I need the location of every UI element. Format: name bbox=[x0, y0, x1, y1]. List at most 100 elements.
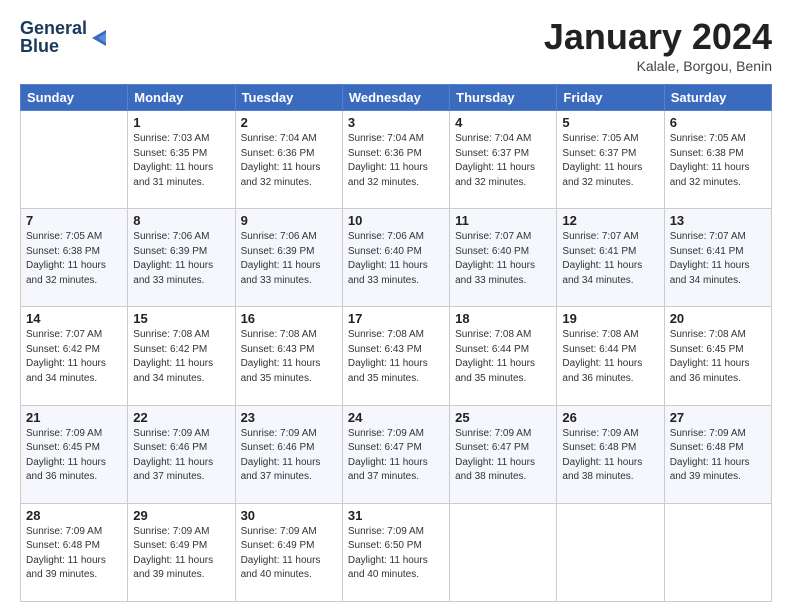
day-cell: 14 Sunrise: 7:07 AMSunset: 6:42 PMDayligh… bbox=[21, 307, 128, 405]
day-number: 25 bbox=[455, 410, 551, 425]
day-number: 2 bbox=[241, 115, 337, 130]
week-row-0: 1 Sunrise: 7:03 AMSunset: 6:35 PMDaylight… bbox=[21, 111, 772, 209]
day-info: Sunrise: 7:09 AMSunset: 6:50 PMDaylight:… bbox=[348, 525, 444, 583]
day-number: 14 bbox=[26, 311, 122, 326]
day-info: Sunrise: 7:07 AMSunset: 6:41 PMDaylight:… bbox=[562, 230, 658, 288]
day-cell: 13 Sunrise: 7:07 AMSunset: 6:41 PMDayligh… bbox=[664, 209, 771, 307]
location-subtitle: Kalale, Borgou, Benin bbox=[544, 58, 772, 74]
day-cell: 3 Sunrise: 7:04 AMSunset: 6:36 PMDaylight… bbox=[342, 111, 449, 209]
day-number: 5 bbox=[562, 115, 658, 130]
day-info: Sunrise: 7:03 AMSunset: 6:35 PMDaylight:… bbox=[133, 132, 229, 190]
day-info: Sunrise: 7:09 AMSunset: 6:47 PMDaylight:… bbox=[348, 427, 444, 485]
day-info: Sunrise: 7:09 AMSunset: 6:46 PMDaylight:… bbox=[133, 427, 229, 485]
day-header-tuesday: Tuesday bbox=[235, 85, 342, 111]
day-cell bbox=[450, 503, 557, 601]
day-cell: 5 Sunrise: 7:05 AMSunset: 6:37 PMDaylight… bbox=[557, 111, 664, 209]
day-cell: 18 Sunrise: 7:08 AMSunset: 6:44 PMDayligh… bbox=[450, 307, 557, 405]
day-info: Sunrise: 7:05 AMSunset: 6:38 PMDaylight:… bbox=[26, 230, 122, 288]
day-info: Sunrise: 7:08 AMSunset: 6:44 PMDaylight:… bbox=[562, 328, 658, 386]
day-info: Sunrise: 7:04 AMSunset: 6:37 PMDaylight:… bbox=[455, 132, 551, 190]
day-info: Sunrise: 7:09 AMSunset: 6:45 PMDaylight:… bbox=[26, 427, 122, 485]
day-number: 20 bbox=[670, 311, 766, 326]
day-info: Sunrise: 7:08 AMSunset: 6:43 PMDaylight:… bbox=[241, 328, 337, 386]
day-number: 18 bbox=[455, 311, 551, 326]
day-info: Sunrise: 7:09 AMSunset: 6:49 PMDaylight:… bbox=[133, 525, 229, 583]
day-info: Sunrise: 7:04 AMSunset: 6:36 PMDaylight:… bbox=[241, 132, 337, 190]
day-number: 27 bbox=[670, 410, 766, 425]
day-cell: 20 Sunrise: 7:08 AMSunset: 6:45 PMDayligh… bbox=[664, 307, 771, 405]
day-cell: 12 Sunrise: 7:07 AMSunset: 6:41 PMDayligh… bbox=[557, 209, 664, 307]
day-cell: 6Sunrise: 7:05 AMSunset: 6:38 PMDaylight… bbox=[664, 111, 771, 209]
day-number: 1 bbox=[133, 115, 229, 130]
day-number: 30 bbox=[241, 508, 337, 523]
day-cell: 8Sunrise: 7:06 AMSunset: 6:39 PMDaylight… bbox=[128, 209, 235, 307]
day-number: 7 bbox=[26, 213, 122, 228]
day-cell: 26Sunrise: 7:09 AMSunset: 6:48 PMDayligh… bbox=[557, 405, 664, 503]
day-info: Sunrise: 7:09 AMSunset: 6:49 PMDaylight:… bbox=[241, 525, 337, 583]
week-row-2: 14 Sunrise: 7:07 AMSunset: 6:42 PMDayligh… bbox=[21, 307, 772, 405]
day-number: 21 bbox=[26, 410, 122, 425]
header: General Blue January 2024 Kalale, Borgou… bbox=[20, 16, 772, 74]
day-info: Sunrise: 7:09 AMSunset: 6:48 PMDaylight:… bbox=[26, 525, 122, 583]
calendar-body: 1 Sunrise: 7:03 AMSunset: 6:35 PMDaylight… bbox=[21, 111, 772, 602]
day-header-monday: Monday bbox=[128, 85, 235, 111]
day-cell: 9 Sunrise: 7:06 AMSunset: 6:39 PMDaylight… bbox=[235, 209, 342, 307]
day-info: Sunrise: 7:06 AMSunset: 6:39 PMDaylight:… bbox=[241, 230, 337, 288]
day-number: 22 bbox=[133, 410, 229, 425]
day-number: 12 bbox=[562, 213, 658, 228]
day-number: 9 bbox=[241, 213, 337, 228]
day-number: 28 bbox=[26, 508, 122, 523]
day-number: 8 bbox=[133, 213, 229, 228]
day-cell: 4 Sunrise: 7:04 AMSunset: 6:37 PMDaylight… bbox=[450, 111, 557, 209]
day-info: Sunrise: 7:09 AMSunset: 6:47 PMDaylight:… bbox=[455, 427, 551, 485]
day-number: 15 bbox=[133, 311, 229, 326]
logo-icon: General Blue bbox=[20, 16, 110, 58]
day-number: 16 bbox=[241, 311, 337, 326]
day-cell: 29 Sunrise: 7:09 AMSunset: 6:49 PMDayligh… bbox=[128, 503, 235, 601]
day-cell: 21 Sunrise: 7:09 AMSunset: 6:45 PMDayligh… bbox=[21, 405, 128, 503]
day-cell bbox=[664, 503, 771, 601]
day-info: Sunrise: 7:07 AMSunset: 6:41 PMDaylight:… bbox=[670, 230, 766, 288]
day-cell: 27 Sunrise: 7:09 AMSunset: 6:48 PMDayligh… bbox=[664, 405, 771, 503]
day-number: 31 bbox=[348, 508, 444, 523]
day-header-saturday: Saturday bbox=[664, 85, 771, 111]
day-number: 13 bbox=[670, 213, 766, 228]
day-info: Sunrise: 7:08 AMSunset: 6:44 PMDaylight:… bbox=[455, 328, 551, 386]
week-row-4: 28 Sunrise: 7:09 AMSunset: 6:48 PMDayligh… bbox=[21, 503, 772, 601]
day-header-thursday: Thursday bbox=[450, 85, 557, 111]
day-number: 4 bbox=[455, 115, 551, 130]
day-cell: 28 Sunrise: 7:09 AMSunset: 6:48 PMDayligh… bbox=[21, 503, 128, 601]
day-cell: 15Sunrise: 7:08 AMSunset: 6:42 PMDayligh… bbox=[128, 307, 235, 405]
day-cell: 10 Sunrise: 7:06 AMSunset: 6:40 PMDayligh… bbox=[342, 209, 449, 307]
day-info: Sunrise: 7:09 AMSunset: 6:48 PMDaylight:… bbox=[670, 427, 766, 485]
day-info: Sunrise: 7:06 AMSunset: 6:40 PMDaylight:… bbox=[348, 230, 444, 288]
svg-text:Blue: Blue bbox=[20, 36, 59, 56]
day-header-sunday: Sunday bbox=[21, 85, 128, 111]
day-cell: 17 Sunrise: 7:08 AMSunset: 6:43 PMDayligh… bbox=[342, 307, 449, 405]
day-number: 3 bbox=[348, 115, 444, 130]
logo: General Blue bbox=[20, 16, 110, 63]
day-header-wednesday: Wednesday bbox=[342, 85, 449, 111]
day-header-friday: Friday bbox=[557, 85, 664, 111]
day-number: 24 bbox=[348, 410, 444, 425]
day-cell: 7 Sunrise: 7:05 AMSunset: 6:38 PMDaylight… bbox=[21, 209, 128, 307]
day-info: Sunrise: 7:05 AMSunset: 6:37 PMDaylight:… bbox=[562, 132, 658, 190]
day-number: 11 bbox=[455, 213, 551, 228]
calendar-header-row: SundayMondayTuesdayWednesdayThursdayFrid… bbox=[21, 85, 772, 111]
day-number: 29 bbox=[133, 508, 229, 523]
day-info: Sunrise: 7:04 AMSunset: 6:36 PMDaylight:… bbox=[348, 132, 444, 190]
day-cell: 25 Sunrise: 7:09 AMSunset: 6:47 PMDayligh… bbox=[450, 405, 557, 503]
day-number: 23 bbox=[241, 410, 337, 425]
day-number: 10 bbox=[348, 213, 444, 228]
day-cell: 1 Sunrise: 7:03 AMSunset: 6:35 PMDaylight… bbox=[128, 111, 235, 209]
day-cell: 22 Sunrise: 7:09 AMSunset: 6:46 PMDayligh… bbox=[128, 405, 235, 503]
day-info: Sunrise: 7:07 AMSunset: 6:42 PMDaylight:… bbox=[26, 328, 122, 386]
calendar-table: SundayMondayTuesdayWednesdayThursdayFrid… bbox=[20, 84, 772, 602]
day-info: Sunrise: 7:08 AMSunset: 6:43 PMDaylight:… bbox=[348, 328, 444, 386]
day-cell: 19Sunrise: 7:08 AMSunset: 6:44 PMDayligh… bbox=[557, 307, 664, 405]
day-number: 17 bbox=[348, 311, 444, 326]
day-info: Sunrise: 7:08 AMSunset: 6:45 PMDaylight:… bbox=[670, 328, 766, 386]
page: General Blue January 2024 Kalale, Borgou… bbox=[0, 0, 792, 612]
day-cell bbox=[557, 503, 664, 601]
week-row-3: 21 Sunrise: 7:09 AMSunset: 6:45 PMDayligh… bbox=[21, 405, 772, 503]
